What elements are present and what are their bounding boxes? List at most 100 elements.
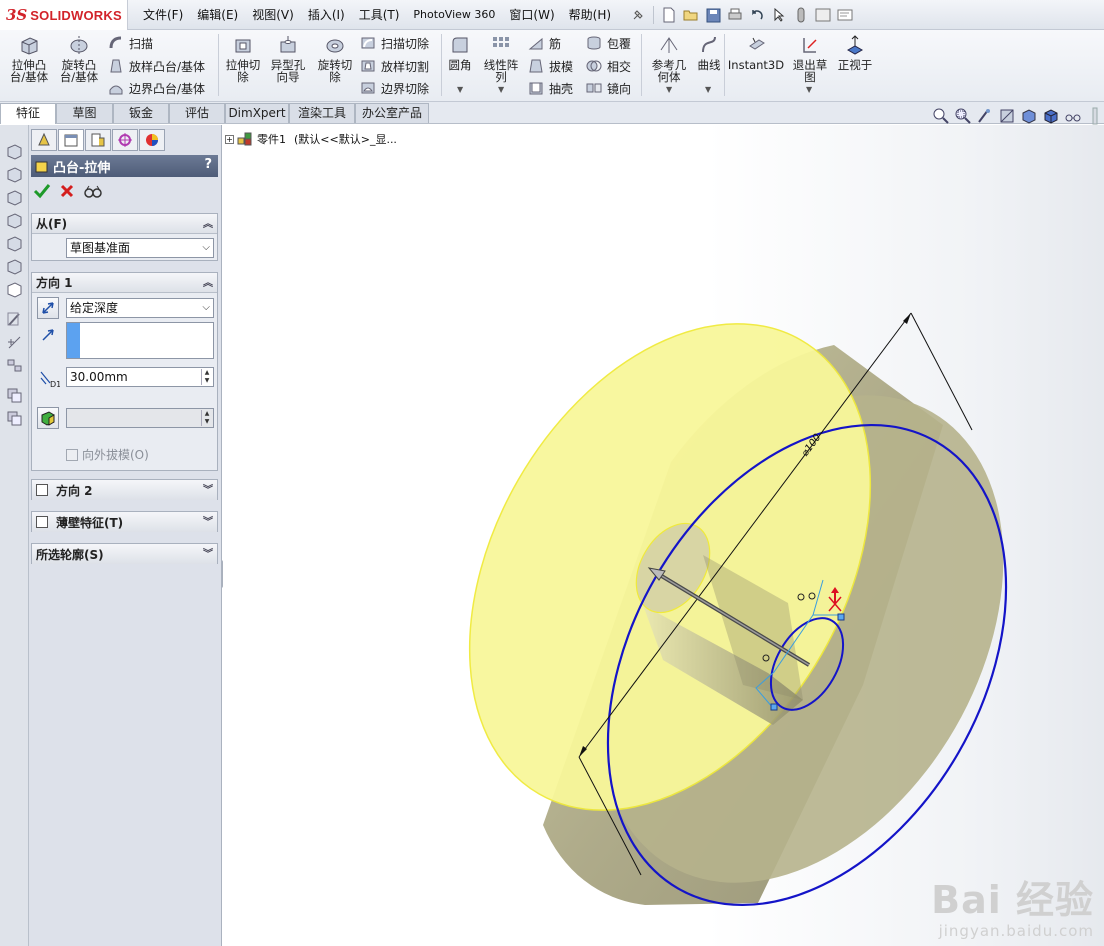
expand-chevron-icon[interactable]: ︾ (203, 513, 213, 528)
tab-dimxpert[interactable]: DimXpert (225, 103, 289, 123)
direction-reference-listbox[interactable] (66, 322, 214, 359)
zoom-to-area-icon[interactable] (954, 107, 972, 125)
file-properties-icon[interactable] (813, 5, 833, 25)
normal-to-button[interactable]: 正视于 (832, 32, 878, 98)
rib-button[interactable]: 筋 (528, 33, 561, 53)
from-group-header[interactable]: 从(F) ︽ (32, 214, 217, 234)
open-folder-icon[interactable] (681, 5, 701, 25)
wrap-button[interactable]: 包覆 (586, 33, 631, 53)
sweep-side-icon[interactable] (6, 189, 23, 206)
pin-icon[interactable] (628, 5, 648, 25)
intersect-button[interactable]: 相交 (586, 56, 631, 76)
expand-chevron-icon[interactable]: ︾ (203, 545, 213, 560)
help-icon[interactable]: ? (204, 157, 212, 172)
relations-side-icon[interactable] (6, 357, 23, 374)
solidworks-logo[interactable]: 3S SOLIDWORKS (0, 0, 128, 30)
expand-chevron-icon[interactable]: ︾ (203, 481, 213, 496)
direction1-group-header[interactable]: 方向 1 ︽ (32, 273, 217, 293)
menu-window[interactable]: 窗口(W) (502, 0, 561, 30)
options-icon[interactable] (835, 5, 855, 25)
zoom-to-fit-icon[interactable] (932, 107, 950, 125)
undo-icon[interactable] (747, 5, 767, 25)
draft-toggle-button[interactable] (37, 407, 59, 429)
instant3d-button[interactable]: Instant3D (728, 32, 784, 98)
collapse-chevron-icon[interactable]: ︽ (203, 274, 213, 289)
configuration-manager-tab[interactable] (85, 129, 111, 151)
graphics-area[interactable]: + 零件1 (默认<<默认>_显... ⌀100 Bai 经验 jingyan.… (223, 125, 1104, 946)
hole-side-icon[interactable] (6, 258, 23, 275)
smart-dimension-side-icon[interactable] (6, 334, 23, 351)
section-view-icon[interactable] (998, 107, 1016, 125)
extrude-cut-button[interactable]: 拉伸切 除 (220, 32, 266, 98)
tab-sheet-metal[interactable]: 钣金 (113, 103, 169, 123)
sketch-point-handle[interactable] (837, 613, 845, 621)
loft-cut-button[interactable]: 放样切割 (360, 56, 429, 76)
selected-contours-group-header[interactable]: 所选轮廓(S) ︾ (32, 544, 217, 564)
reverse-direction-button[interactable] (37, 297, 59, 319)
extrude-boss-button[interactable]: 拉伸凸 台/基体 (6, 32, 52, 98)
ok-check-icon[interactable] (33, 183, 51, 199)
direction2-group-header[interactable]: 方向 2 ︾ (32, 480, 217, 500)
model-viewport[interactable]: ⌀100 (223, 125, 1104, 946)
thin-feature-checkbox[interactable] (36, 516, 48, 528)
previous-view-icon[interactable] (976, 107, 994, 125)
menu-insert[interactable]: 插入(I) (301, 0, 352, 30)
display-manager-tab[interactable] (139, 129, 165, 151)
sweep-button[interactable]: 扫描 (108, 33, 153, 53)
tab-render-tools[interactable]: 渲染工具 (289, 103, 355, 123)
rebuild-icon[interactable] (791, 5, 811, 25)
draft-angle-input: ▲ ▼ (66, 408, 214, 428)
save-icon[interactable] (703, 5, 723, 25)
collapse-chevron-icon[interactable]: ︽ (203, 215, 213, 230)
depth-input[interactable]: 30.00mm ▲ ▼ (66, 367, 214, 387)
cut-side-icon[interactable] (6, 235, 23, 252)
menu-photoview[interactable]: PhotoView 360 (406, 0, 502, 30)
revolve-cut-icon (326, 39, 344, 53)
tab-features[interactable]: 特征 (0, 103, 56, 124)
depth-value: 30.00mm (70, 370, 128, 384)
mirror-button[interactable]: 镜向 (586, 78, 631, 98)
tab-sketch[interactable]: 草图 (56, 103, 113, 123)
menu-file[interactable]: 文件(F) (136, 0, 190, 30)
boundary-boss-button[interactable]: 边界凸台/基体 (108, 78, 205, 98)
view-orientation-icon[interactable] (1020, 107, 1038, 125)
loft-side-icon[interactable] (6, 212, 23, 229)
thin-feature-group-header[interactable]: 薄壁特征(T) ︾ (32, 512, 217, 532)
dimxpert-icon (118, 133, 132, 147)
extrude-boss-side-icon[interactable] (6, 143, 23, 160)
shell-button[interactable]: 抽壳 (528, 78, 573, 98)
spinner-arrows-icon[interactable]: ▲ ▼ (201, 369, 212, 385)
menu-help[interactable]: 帮助(H) (562, 0, 618, 30)
display-style-icon[interactable] (1042, 107, 1060, 125)
draft-button[interactable]: 拔模 (528, 56, 573, 76)
direction2-checkbox[interactable] (36, 484, 48, 496)
loft-boss-button[interactable]: 放样凸台/基体 (108, 56, 205, 76)
menu-edit[interactable]: 编辑(E) (190, 0, 245, 30)
tab-office-products[interactable]: 办公室产品 (355, 103, 429, 123)
select-arrow-icon[interactable] (769, 5, 789, 25)
hide-show-items-icon[interactable] (1064, 107, 1082, 125)
paste-side-icon[interactable] (6, 410, 23, 427)
print-icon[interactable] (725, 5, 745, 25)
revolve-boss-button[interactable]: 旋转凸 台/基体 (56, 32, 102, 98)
sketch-side-icon[interactable] (6, 311, 23, 328)
sketch-point-handle[interactable] (770, 703, 778, 711)
revolve-cut-button[interactable]: 旋转切 除 (312, 32, 358, 98)
menu-view[interactable]: 视图(V) (245, 0, 301, 30)
shell-side-icon[interactable] (6, 281, 23, 298)
property-manager-tab[interactable] (58, 129, 84, 151)
dimxpert-manager-tab[interactable] (112, 129, 138, 151)
cancel-x-icon[interactable] (59, 183, 75, 199)
tab-evaluate[interactable]: 评估 (169, 103, 225, 123)
feature-manager-tab[interactable] (31, 129, 57, 151)
boundary-cut-button[interactable]: 边界切除 (360, 78, 429, 98)
revolve-side-icon[interactable] (6, 166, 23, 183)
copy-side-icon[interactable] (6, 387, 23, 404)
end-condition-select[interactable]: 给定深度 ⌵ (66, 298, 214, 318)
sweep-cut-button[interactable]: 扫描切除 (360, 33, 429, 53)
detailed-preview-icon[interactable] (83, 183, 103, 199)
start-condition-select[interactable]: 草图基准面 ⌵ (66, 238, 214, 258)
menu-tools[interactable]: 工具(T) (352, 0, 407, 30)
new-document-icon[interactable] (659, 5, 679, 25)
hole-wizard-button[interactable]: 异型孔 向导 (265, 32, 311, 98)
